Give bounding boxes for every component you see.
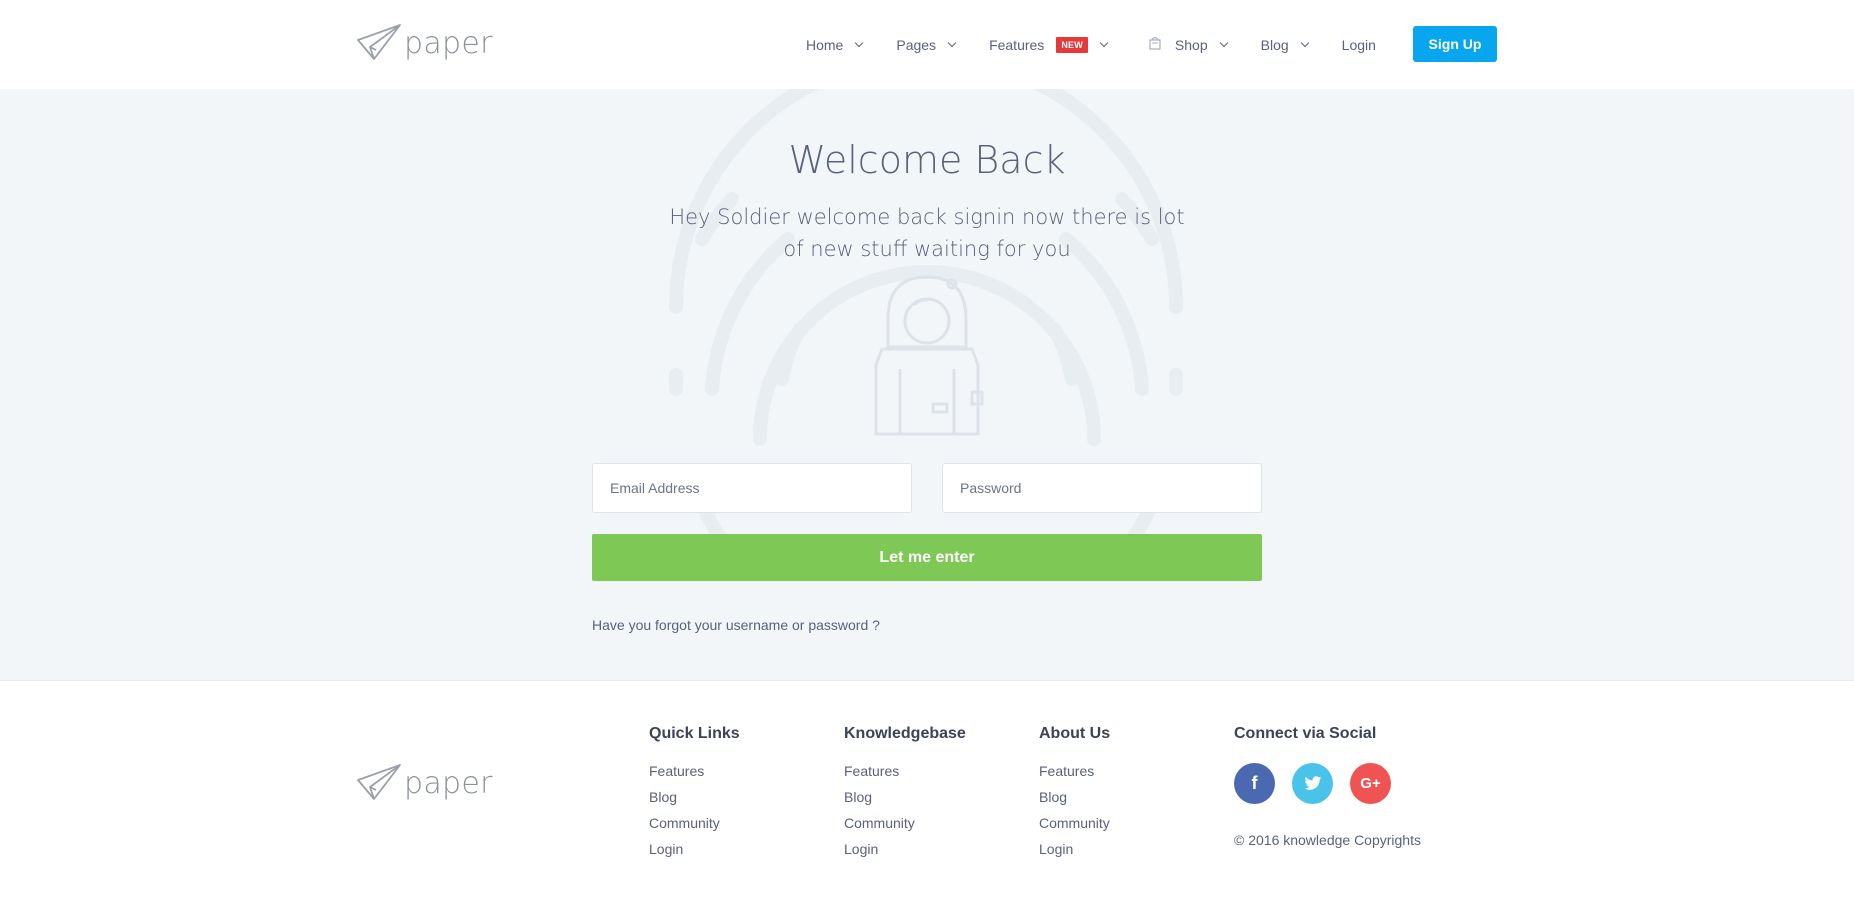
footer-link[interactable]: Features bbox=[1039, 758, 1110, 784]
brand-logo[interactable]: paper bbox=[356, 23, 493, 63]
footer-column-title: About Us bbox=[1039, 725, 1111, 742]
facebook-icon[interactable]: f bbox=[1234, 763, 1275, 804]
login-hero: Welcome Back Hey Soldier welcome back si… bbox=[0, 89, 1854, 681]
footer-column-title: Quick Links bbox=[649, 725, 740, 742]
nav-label: Pages bbox=[896, 36, 937, 53]
footer-link[interactable]: Community bbox=[844, 810, 966, 836]
footer-link[interactable]: Community bbox=[649, 810, 740, 836]
nav-item-login[interactable]: Login bbox=[1342, 37, 1376, 53]
chevron-down-icon bbox=[947, 38, 957, 47]
footer-link[interactable]: Blog bbox=[844, 784, 966, 810]
signup-button[interactable]: Sign Up bbox=[1413, 26, 1497, 62]
nav-label: Features bbox=[989, 36, 1045, 53]
footer-link[interactable]: Features bbox=[649, 758, 740, 784]
forgot-password-link[interactable]: Have you forgot your username or passwor… bbox=[592, 617, 880, 633]
shopping-bag-icon bbox=[1149, 36, 1161, 53]
footer-logo[interactable]: paper bbox=[356, 763, 493, 803]
site-header: paper Home Pages Features NEW Shop Blog bbox=[0, 0, 1854, 89]
footer-link[interactable]: Community bbox=[1039, 810, 1110, 836]
login-submit-button[interactable]: Let me enter bbox=[592, 534, 1262, 581]
page-subtitle: Hey Soldier welcome back signin now ther… bbox=[669, 205, 1185, 261]
google-plus-icon[interactable]: G+ bbox=[1350, 763, 1391, 804]
chevron-down-icon bbox=[1219, 38, 1228, 47]
footer-link[interactable]: Blog bbox=[649, 784, 740, 810]
footer-column-quick-links: Quick Links Features Blog Community Logi… bbox=[649, 725, 740, 862]
page-title: Welcome Back bbox=[788, 138, 1066, 182]
nav-label: Shop bbox=[1174, 36, 1208, 53]
google-plus-glyph: G+ bbox=[1360, 775, 1381, 792]
footer-link[interactable]: Login bbox=[649, 836, 740, 862]
twitter-icon[interactable] bbox=[1292, 763, 1333, 804]
paper-plane-icon bbox=[357, 24, 401, 60]
brand-name: paper bbox=[404, 765, 493, 801]
main-nav: Home Pages Features NEW Shop Blog Login bbox=[806, 0, 1410, 89]
nav-label: Login bbox=[1341, 36, 1376, 53]
copyright-text: © 2016 knowledge Copyrights bbox=[1234, 832, 1421, 848]
nav-item-blog[interactable]: Blog bbox=[1260, 36, 1309, 53]
social-links: f G+ bbox=[1234, 763, 1421, 804]
chevron-down-icon bbox=[1300, 38, 1309, 47]
site-footer: paper Quick Links Features Blog Communit… bbox=[0, 682, 1854, 905]
twitter-bird-glyph bbox=[1303, 776, 1321, 790]
nav-item-pages[interactable]: Pages bbox=[896, 36, 957, 53]
footer-link[interactable]: Login bbox=[1039, 836, 1110, 862]
nav-item-shop[interactable]: Shop bbox=[1149, 36, 1228, 53]
nav-item-features[interactable]: Features NEW bbox=[989, 36, 1109, 53]
email-field[interactable] bbox=[592, 463, 912, 513]
new-badge: NEW bbox=[1056, 36, 1088, 53]
nav-item-home[interactable]: Home bbox=[806, 36, 864, 53]
nav-label: Blog bbox=[1260, 36, 1289, 53]
footer-column-title: Knowledgebase bbox=[844, 725, 966, 742]
footer-link[interactable]: Blog bbox=[1039, 784, 1110, 810]
paper-plane-icon bbox=[357, 764, 401, 800]
facebook-glyph: f bbox=[1251, 773, 1258, 793]
footer-link[interactable]: Login bbox=[844, 836, 966, 862]
footer-column-knowledgebase: Knowledgebase Features Blog Community Lo… bbox=[844, 725, 966, 862]
footer-column-title: Connect via Social bbox=[1234, 725, 1377, 742]
footer-column-about-us: About Us Features Blog Community Login bbox=[1039, 725, 1110, 862]
footer-column-social: Connect via Social f G+ © 2016 knowledge… bbox=[1234, 725, 1421, 848]
brand-name: paper bbox=[404, 25, 493, 61]
chevron-down-icon bbox=[855, 38, 864, 47]
nav-label: Home bbox=[806, 36, 844, 53]
password-field[interactable] bbox=[942, 463, 1262, 513]
chevron-down-icon bbox=[1099, 38, 1109, 47]
footer-link[interactable]: Features bbox=[844, 758, 966, 784]
